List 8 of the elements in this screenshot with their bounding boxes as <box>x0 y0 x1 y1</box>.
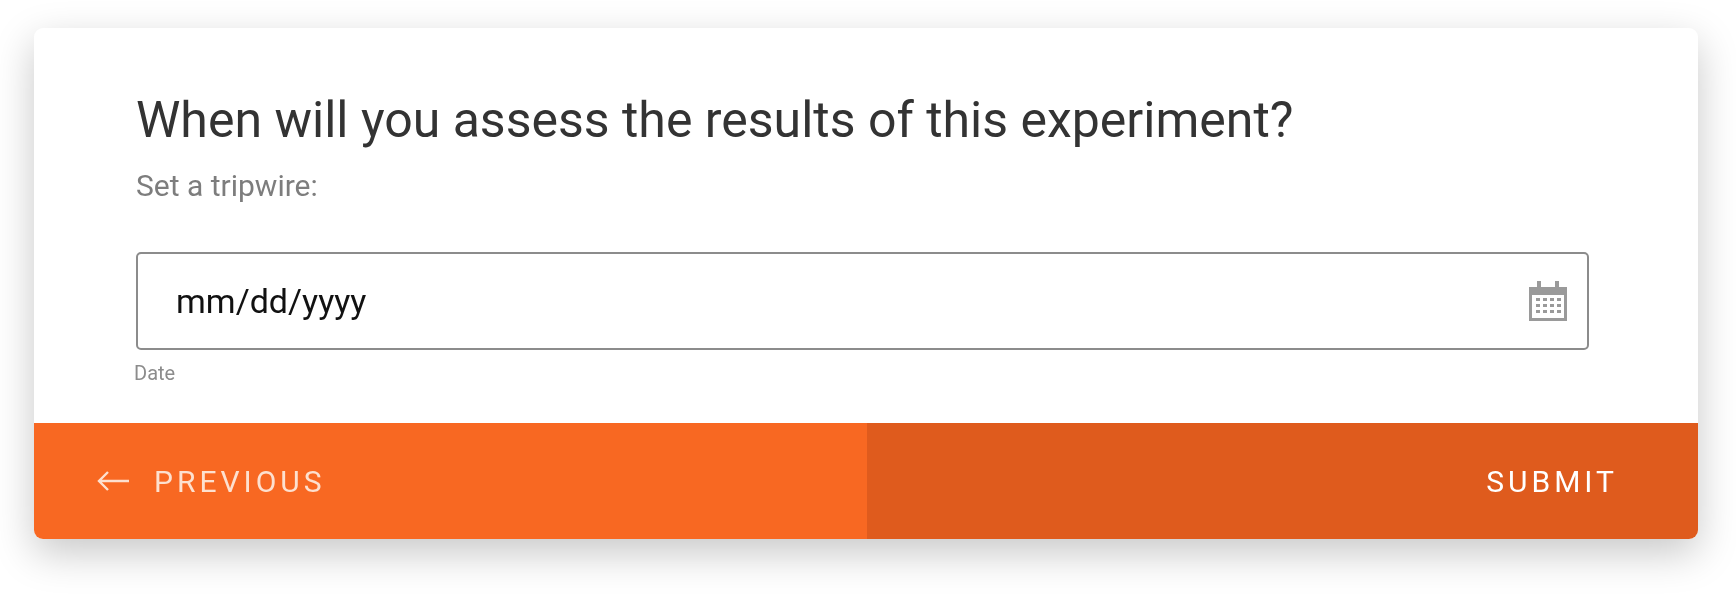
date-field[interactable]: mm/dd/yyyy <box>136 252 1589 350</box>
field-helper-text: Date <box>134 361 177 385</box>
subtitle: Set a tripwire: <box>136 168 319 204</box>
question-title: When will you assess the results of this experiment? <box>136 92 1295 148</box>
left-arrow-icon <box>96 470 130 492</box>
submit-button[interactable]: SUBMIT <box>867 423 1698 539</box>
calendar-icon[interactable] <box>1529 281 1567 321</box>
previous-button[interactable]: PREVIOUS <box>34 423 867 539</box>
